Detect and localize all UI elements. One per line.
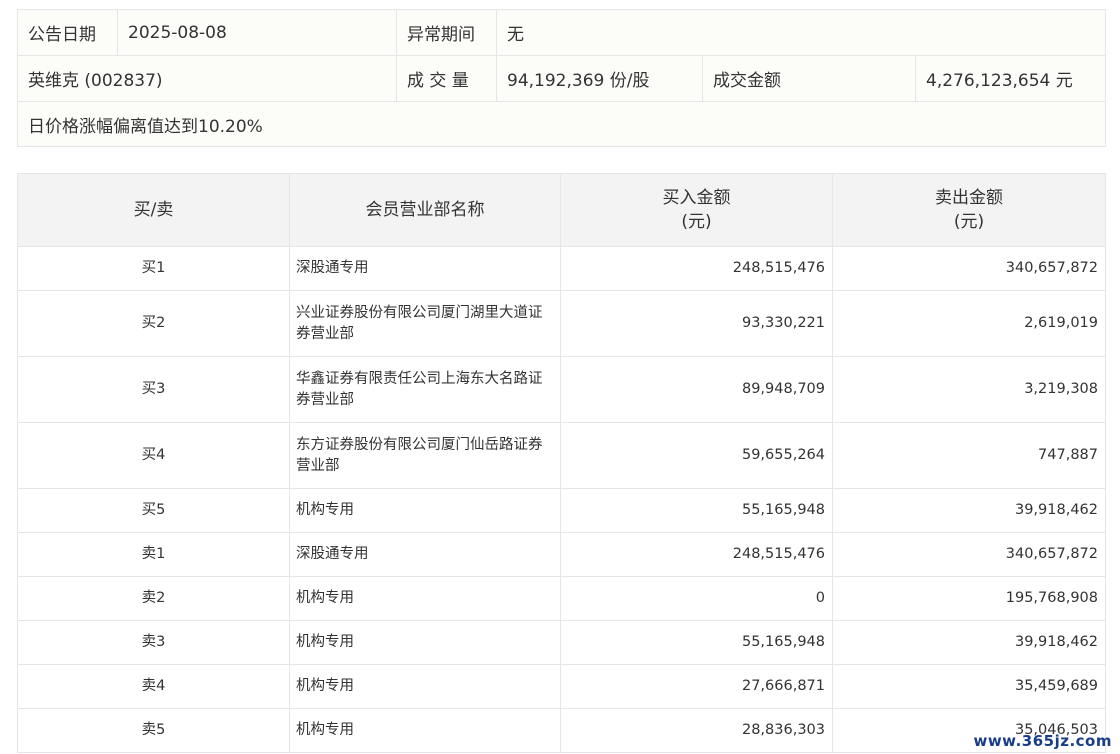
info-row-trading: 英维克 (002837) 成 交 量 94,192,369 份/股 成交金额 4… — [17, 55, 1107, 102]
table-row: 卖1 深股通专用 248,515,476 340,657,872 — [17, 532, 1106, 577]
table-row: 买5 机构专用 55,165,948 39,918,462 — [17, 488, 1106, 533]
row-side: 卖1 — [17, 532, 290, 577]
table-row: 卖4 机构专用 27,666,871 35,459,689 — [17, 664, 1106, 709]
row-buy-amount: 248,515,476 — [560, 246, 833, 291]
stock-info-table: 公告日期 2025-08-08 异常期间 无 英维克 (002837) 成 交 … — [16, 9, 1107, 147]
table-row: 买3 华鑫证券有限责任公司上海东大名路证券营业部 89,948,709 3,21… — [17, 356, 1106, 423]
row-side: 卖5 — [17, 708, 290, 753]
row-member: 机构专用 — [289, 576, 561, 621]
header-buy-line2: (元) — [681, 212, 712, 232]
announce-date-label: 公告日期 — [17, 9, 118, 56]
row-member: 机构专用 — [289, 664, 561, 709]
announce-date-value: 2025-08-08 — [117, 9, 397, 56]
row-buy-amount: 27,666,871 — [560, 664, 833, 709]
header-member: 会员营业部名称 — [289, 173, 561, 247]
row-member: 东方证券股份有限公司厦门仙岳路证券营业部 — [289, 422, 561, 489]
abnormal-period-label: 异常期间 — [396, 9, 497, 56]
table-header-row: 买/卖 会员营业部名称 买入金额 (元) 卖出金额 (元) — [17, 173, 1106, 247]
volume-value: 94,192,369 份/股 — [496, 55, 703, 102]
table-row: 卖5 机构专用 28,836,303 35,046,503 — [17, 708, 1106, 753]
row-buy-amount: 59,655,264 — [560, 422, 833, 489]
row-side: 买5 — [17, 488, 290, 533]
table-row: 卖3 机构专用 55,165,948 39,918,462 — [17, 620, 1106, 665]
row-buy-amount: 0 — [560, 576, 833, 621]
row-buy-amount: 55,165,948 — [560, 620, 833, 665]
row-sell-amount: 195,768,908 — [832, 576, 1106, 621]
header-sell-line2: (元) — [953, 212, 985, 232]
row-sell-amount: 39,918,462 — [832, 620, 1106, 665]
row-sell-amount: 35,459,689 — [832, 664, 1106, 709]
table-row: 卖2 机构专用 0 195,768,908 — [17, 576, 1106, 621]
row-buy-amount: 55,165,948 — [560, 488, 833, 533]
row-sell-amount: 39,918,462 — [832, 488, 1106, 533]
row-sell-amount: 747,887 — [832, 422, 1106, 489]
table-row: 买1 深股通专用 248,515,476 340,657,872 — [17, 246, 1106, 291]
table-row: 买2 兴业证券股份有限公司厦门湖里大道证券营业部 93,330,221 2,61… — [17, 290, 1106, 357]
row-sell-amount: 3,219,308 — [832, 356, 1106, 423]
row-side: 买3 — [17, 356, 290, 423]
row-sell-amount: 2,619,019 — [832, 290, 1106, 357]
header-buy-amount: 买入金额 (元) — [560, 173, 833, 247]
row-member: 机构专用 — [289, 620, 561, 665]
row-member: 华鑫证券有限责任公司上海东大名路证券营业部 — [289, 356, 561, 423]
volume-label: 成 交 量 — [396, 55, 497, 102]
header-sell-amount: 卖出金额 (元) — [832, 173, 1106, 247]
row-member: 机构专用 — [289, 708, 561, 753]
row-buy-amount: 93,330,221 — [560, 290, 833, 357]
page: 公告日期 2025-08-08 异常期间 无 英维克 (002837) 成 交 … — [0, 0, 1120, 754]
info-row-date: 公告日期 2025-08-08 异常期间 无 — [17, 9, 1107, 56]
amount-label: 成交金额 — [702, 55, 916, 102]
site-watermark: www.365jz.com — [973, 732, 1112, 750]
header-side: 买/卖 — [17, 173, 290, 247]
row-buy-amount: 248,515,476 — [560, 532, 833, 577]
row-sell-amount: 340,657,872 — [832, 246, 1106, 291]
trading-seats-table: 买/卖 会员营业部名称 买入金额 (元) 卖出金额 (元) 买1 深股通专用 2… — [17, 173, 1106, 753]
abnormal-period-value: 无 — [495, 9, 1107, 56]
row-member: 深股通专用 — [289, 532, 561, 577]
row-side: 买2 — [17, 290, 290, 357]
row-member: 机构专用 — [289, 488, 561, 533]
row-member: 深股通专用 — [289, 246, 561, 291]
row-buy-amount: 28,836,303 — [560, 708, 833, 753]
row-side: 卖3 — [17, 620, 290, 665]
header-buy-line1: 买入金额 — [662, 188, 731, 208]
deviation-note: 日价格涨幅偏离值达到10.20% — [16, 101, 1107, 147]
row-side: 买4 — [17, 422, 290, 489]
row-side: 卖4 — [17, 664, 290, 709]
row-side: 买1 — [17, 246, 290, 291]
row-buy-amount: 89,948,709 — [560, 356, 833, 423]
amount-value: 4,276,123,654 元 — [914, 55, 1107, 102]
row-member: 兴业证券股份有限公司厦门湖里大道证券营业部 — [289, 290, 561, 357]
row-sell-amount: 340,657,872 — [832, 532, 1106, 577]
row-side: 卖2 — [17, 576, 290, 621]
header-sell-line1: 卖出金额 — [935, 188, 1003, 208]
table-row: 买4 东方证券股份有限公司厦门仙岳路证券营业部 59,655,264 747,8… — [17, 422, 1106, 489]
info-row-note: 日价格涨幅偏离值达到10.20% — [16, 101, 1107, 147]
stock-name: 英维克 (002837) — [17, 55, 397, 102]
